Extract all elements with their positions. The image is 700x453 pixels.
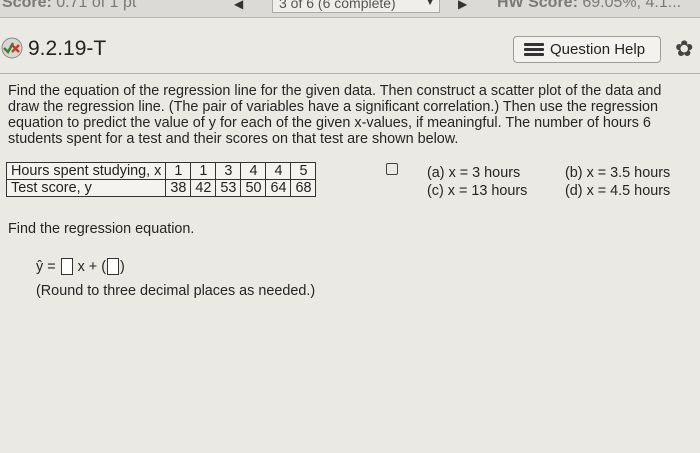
score-value: 0.71 of 1 pt (56, 0, 137, 11)
score-label: Score: (2, 0, 52, 11)
chevron-down-icon: ▼ (425, 0, 435, 8)
previous-question-arrow-icon[interactable]: ◀ (234, 0, 243, 11)
top-bar: Score: 0.71 of 1 pt ◀ 3 of 6 (6 complete… (0, 0, 700, 18)
partial-credit-icon (1, 37, 23, 59)
y-value: 38 (165, 179, 192, 197)
y-value: 42 (190, 179, 217, 197)
x-value: 4 (240, 162, 267, 180)
rounding-note: (Round to three decimal places as needed… (36, 283, 316, 299)
option-d: (d) x = 4.5 hours (565, 183, 671, 199)
hw-score-value: 69.05%, 4.1... (582, 0, 682, 11)
hw-score-label: HW Score: (497, 0, 578, 11)
regression-equation: ŷ = x + () (36, 258, 125, 278)
intercept-input[interactable] (107, 258, 120, 275)
row-header-y: Test score, y (5, 179, 167, 197)
x-value: 1 (165, 162, 192, 180)
question-id: 9.2.19-T (28, 37, 107, 60)
question-help-label: Question Help (550, 41, 646, 58)
y-value: 68 (290, 179, 317, 197)
close-paren: ) (120, 258, 125, 275)
option-c: (c) x = 13 hours (427, 183, 528, 199)
progress-label: 3 of 6 (6 complete) (279, 0, 396, 11)
table-row: Test score, y 38 42 53 50 64 68 (5, 179, 317, 197)
x-value: 5 (290, 162, 317, 180)
x-plus-label: x + (77, 258, 98, 275)
data-table: Hours spent studying, x 1 1 3 4 4 5 Test… (5, 162, 317, 197)
problem-statement: Find the equation of the regression line… (8, 83, 662, 147)
slope-input[interactable] (60, 258, 73, 275)
copy-data-icon[interactable] (386, 163, 398, 175)
header-divider (0, 73, 700, 74)
score-display: Score: 0.71 of 1 pt (2, 0, 136, 12)
list-icon (524, 43, 544, 57)
y-value: 53 (215, 179, 242, 197)
question-progress-dropdown[interactable]: 3 of 6 (6 complete) ▼ (272, 0, 440, 13)
y-hat-label: ŷ = (36, 258, 56, 275)
option-a: (a) x = 3 hours (427, 165, 521, 181)
x-value: 1 (190, 162, 217, 180)
gear-icon[interactable]: ✿ (675, 38, 693, 60)
open-paren: ( (101, 258, 107, 275)
hw-score-display: HW Score: 69.05%, 4.1... (497, 0, 681, 12)
option-b: (b) x = 3.5 hours (565, 165, 671, 181)
next-question-arrow-icon[interactable]: ▶ (458, 0, 467, 11)
row-header-x: Hours spent studying, x (5, 162, 167, 180)
y-value: 50 (240, 179, 267, 197)
question-header: 9.2.19-T Question Help ✿ (0, 30, 700, 63)
question-help-button[interactable]: Question Help (513, 36, 661, 63)
table-row: Hours spent studying, x 1 1 3 4 4 5 (5, 162, 317, 180)
y-value: 64 (265, 179, 292, 197)
x-value: 3 (215, 162, 242, 180)
find-instruction: Find the regression equation. (8, 221, 195, 237)
x-value: 4 (265, 162, 292, 180)
